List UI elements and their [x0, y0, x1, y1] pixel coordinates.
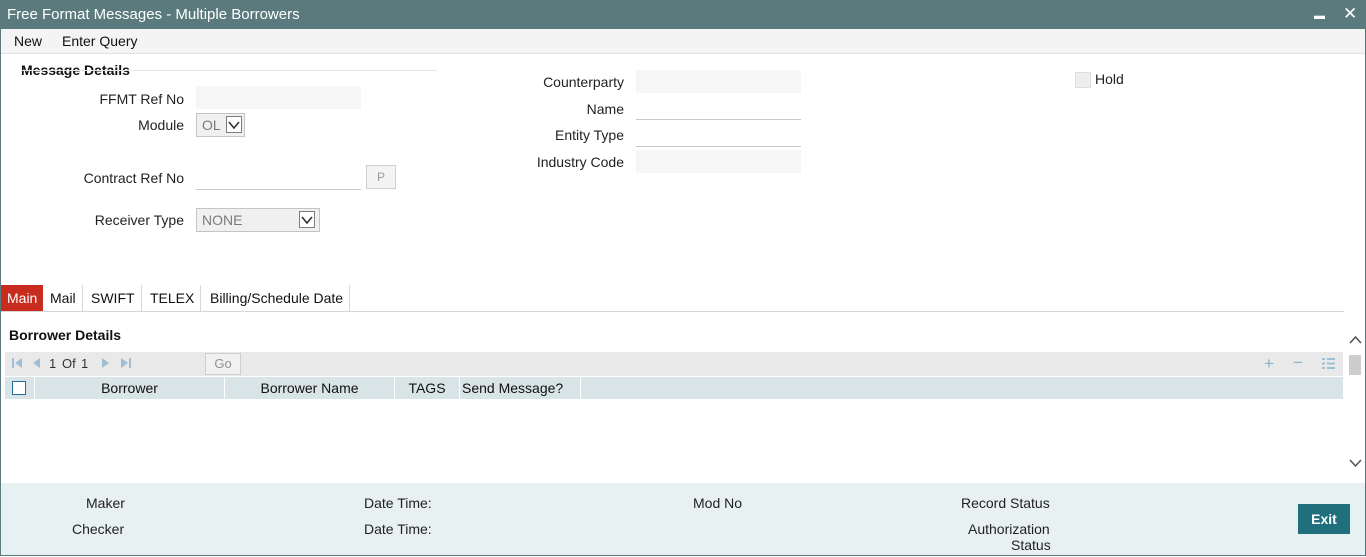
grid-toolbar: 1 Of 1 Go + −	[5, 352, 1343, 376]
contract-ref-no-label: Contract Ref No	[83, 170, 184, 186]
grid-scrollbar[interactable]	[1347, 320, 1364, 472]
section-divider	[21, 70, 437, 71]
checker-date-time-label: Date Time:	[364, 521, 432, 537]
contract-ref-no-field[interactable]	[196, 166, 361, 190]
receiver-type-value: NONE	[202, 212, 243, 228]
module-select[interactable]: OL	[196, 113, 245, 137]
authorization-status-label: Authorization	[968, 521, 1050, 537]
tab-swift[interactable]: SWIFT	[85, 285, 142, 311]
receiver-type-label: Receiver Type	[94, 212, 184, 228]
menu-new[interactable]: New	[14, 33, 42, 49]
maker-date-time-label: Date Time:	[364, 495, 432, 511]
current-page: 1	[49, 356, 57, 371]
grid-header: Borrower Borrower Name TAGS Send Message…	[5, 377, 1343, 399]
menu-enter-query[interactable]: Enter Query	[62, 33, 137, 49]
tab-mail[interactable]: Mail	[44, 285, 83, 311]
mod-no-label: Mod No	[693, 495, 743, 511]
scroll-thumb[interactable]	[1349, 355, 1361, 375]
minimize-icon[interactable]: ▬	[1314, 6, 1325, 26]
name-field[interactable]	[636, 96, 801, 120]
last-page-icon[interactable]	[120, 356, 132, 373]
tab-billing-schedule-date[interactable]: Billing/Schedule Date	[204, 285, 351, 311]
scroll-down-icon[interactable]	[1349, 455, 1362, 471]
industry-code-label: Industry Code	[536, 154, 624, 170]
maker-label: Maker	[86, 495, 125, 511]
select-all-cell	[5, 377, 35, 399]
previous-page-icon[interactable]	[31, 356, 41, 373]
p-lookup-button[interactable]: P	[366, 165, 396, 189]
checker-label: Checker	[72, 521, 125, 537]
close-icon[interactable]: ✕	[1343, 4, 1357, 24]
record-status-label: Record Status	[961, 495, 1050, 511]
column-send-message[interactable]: Send Message?	[460, 377, 581, 399]
column-borrower-name[interactable]: Borrower Name	[225, 377, 395, 399]
tab-main[interactable]: Main	[1, 285, 44, 311]
go-button[interactable]: Go	[205, 353, 241, 375]
window-title: Free Format Messages - Multiple Borrower…	[7, 6, 300, 23]
borrower-details-title: Borrower Details	[9, 327, 122, 343]
column-borrower[interactable]: Borrower	[35, 377, 225, 399]
add-row-icon[interactable]: +	[1264, 354, 1274, 374]
module-label: Module	[138, 117, 184, 133]
scroll-up-icon[interactable]	[1349, 332, 1362, 348]
ffmt-ref-no-label: FFMT Ref No	[99, 91, 184, 107]
delete-row-icon[interactable]: −	[1293, 353, 1303, 373]
chevron-down-icon	[226, 116, 242, 133]
first-page-icon[interactable]	[11, 356, 23, 373]
tab-divider	[1, 311, 1344, 312]
module-value: OL	[202, 117, 221, 133]
receiver-type-select[interactable]: NONE	[196, 208, 320, 232]
window-titlebar: Free Format Messages - Multiple Borrower…	[0, 0, 1366, 29]
name-label: Name	[586, 101, 624, 117]
select-all-checkbox[interactable]	[12, 381, 26, 395]
next-page-icon[interactable]	[101, 356, 111, 373]
exit-button[interactable]: Exit	[1298, 504, 1350, 534]
counterparty-field[interactable]	[636, 70, 801, 93]
hold-label: Hold	[1095, 71, 1124, 87]
ffmt-ref-no-field[interactable]	[196, 86, 361, 109]
column-tags[interactable]: TAGS	[395, 377, 460, 399]
of-label: Of	[62, 356, 76, 371]
chevron-down-icon	[299, 211, 315, 228]
authorization-status-label-2: Status	[1011, 537, 1051, 553]
audit-footer	[1, 483, 1365, 555]
total-pages: 1	[81, 356, 89, 371]
single-view-icon[interactable]	[1322, 357, 1335, 373]
menu-bar: New Enter Query	[1, 29, 1365, 54]
tab-telex[interactable]: TELEX	[144, 285, 202, 311]
industry-code-field[interactable]	[636, 150, 801, 173]
entity-type-label: Entity Type	[554, 127, 624, 143]
hold-checkbox[interactable]	[1075, 72, 1091, 88]
entity-type-field[interactable]	[636, 123, 801, 147]
counterparty-label: Counterparty	[543, 74, 624, 90]
